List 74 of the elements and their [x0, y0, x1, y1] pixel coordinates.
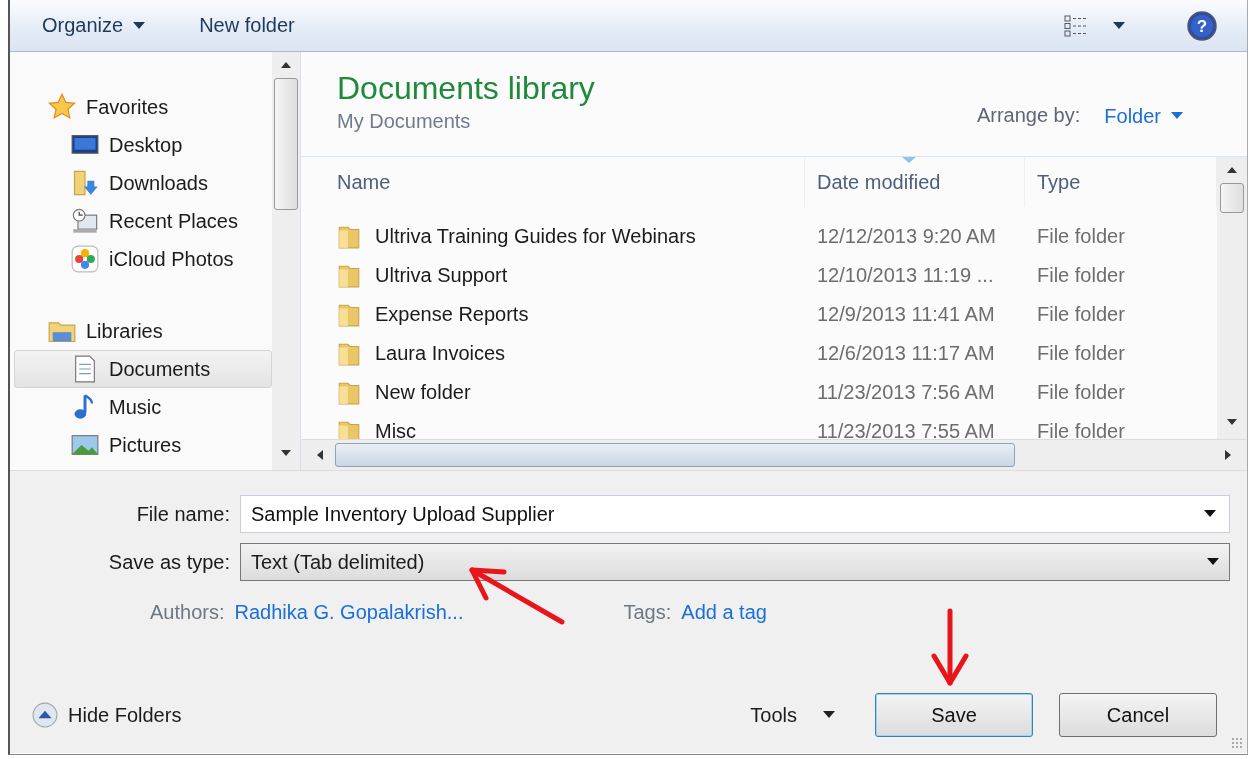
add-tag-link[interactable]: Add a tag	[681, 600, 767, 624]
nav-item[interactable]: iCloud Photos	[14, 240, 272, 278]
nav-item[interactable]: Recent Places	[14, 202, 272, 240]
nav-item[interactable]: Desktop	[14, 126, 272, 164]
date-cell-text: 12/12/2013 9:20 AM	[816, 225, 998, 249]
new-folder-button[interactable]: New folder	[199, 14, 295, 37]
scroll-left-icon[interactable]	[317, 450, 323, 461]
save-as-type-label: Save as type:	[107, 550, 230, 574]
chevron-up-icon	[32, 702, 58, 728]
scroll-down-icon[interactable]	[281, 450, 291, 456]
view-options-icon[interactable]	[1063, 14, 1089, 37]
file-name-label: File name:	[135, 502, 230, 526]
cancel-button[interactable]: Cancel	[1059, 693, 1217, 737]
caret-icon[interactable]	[1113, 21, 1125, 30]
nav-group-label[interactable]: Libraries	[86, 319, 163, 343]
type-cell-text: File folder	[1036, 381, 1126, 405]
recent-places-icon	[71, 207, 99, 235]
hide-folders-button[interactable]: Hide Folders	[32, 702, 182, 728]
photos-icon	[71, 245, 99, 273]
date-cell-text: 12/9/2013 11:41 AM	[816, 303, 996, 327]
organize-menu[interactable]: Organize	[42, 14, 146, 37]
scroll-up-icon[interactable]	[281, 62, 291, 68]
save-button[interactable]: Save	[875, 693, 1033, 737]
save-as-type-dropdown[interactable]: Text (Tab delimited)	[240, 543, 1230, 581]
authors-link[interactable]: Radhika G. Gopalakrish...	[234, 600, 464, 624]
nav-item[interactable]: Music	[14, 388, 272, 426]
resize-grip[interactable]	[1231, 737, 1243, 749]
scroll-thumb[interactable]	[274, 78, 298, 210]
file-name[interactable]: Laura Invoices	[375, 342, 506, 366]
arrange-by-label: Arrange by:	[976, 104, 1081, 127]
library-title: Documents library	[337, 69, 596, 108]
type-cell-text: File folder	[1036, 342, 1126, 366]
caret-icon[interactable]	[1204, 510, 1216, 518]
file-name[interactable]: Ultriva Support	[375, 264, 508, 288]
star-icon	[48, 93, 76, 121]
date-cell-text: 11/23/2013 7:55 AM	[816, 420, 996, 440]
arrange-by-dropdown[interactable]: Folder	[1104, 104, 1183, 128]
nav-group-label[interactable]: Favorites	[86, 95, 169, 119]
scroll-up-icon[interactable]	[1227, 167, 1237, 174]
library-subtitle: My Documents	[337, 110, 472, 133]
file-name-field[interactable]: Sample Inventory Upload Supplier	[240, 495, 1230, 533]
scroll-thumb[interactable]	[335, 443, 1015, 468]
authors-label: Authors:	[150, 600, 225, 624]
horizontal-scrollbar[interactable]	[301, 439, 1247, 470]
column-header[interactable]: Date modified	[805, 157, 1025, 208]
tags-label: Tags:	[623, 600, 672, 624]
file-name[interactable]: Expense Reports	[375, 303, 529, 327]
caret-icon	[823, 711, 835, 719]
scroll-right-icon[interactable]	[1225, 450, 1231, 461]
scroll-down-icon[interactable]	[1227, 419, 1237, 426]
nav-item[interactable]: Downloads	[14, 164, 272, 202]
nav-scrollbar[interactable]	[272, 52, 300, 470]
file-name[interactable]: New folder	[375, 381, 471, 405]
type-cell-text: File folder	[1036, 225, 1126, 249]
date-cell-text: 12/6/2013 11:17 AM	[816, 342, 996, 366]
nav-item[interactable]: Pictures	[14, 426, 272, 464]
download-folder-icon	[71, 169, 99, 197]
file-name[interactable]: Misc	[375, 420, 417, 440]
type-cell-text: File folder	[1036, 303, 1126, 327]
date-cell-text: 11/23/2013 7:56 AM	[816, 381, 996, 405]
caret-icon	[1207, 558, 1219, 566]
file-name[interactable]: Ultriva Training Guides for Webinars	[375, 225, 696, 249]
date-cell-text: 12/10/2013 11:19 ...	[816, 264, 995, 288]
nav-item[interactable]: Documents	[14, 350, 272, 388]
type-cell-text: File folder	[1036, 264, 1126, 288]
type-cell-text: File folder	[1036, 420, 1126, 440]
help-icon[interactable]: ?	[1187, 10, 1217, 41]
caret-icon	[133, 21, 146, 30]
caret-icon	[1171, 112, 1183, 120]
scroll-thumb[interactable]	[1220, 183, 1244, 214]
list-scrollbar[interactable]	[1217, 157, 1247, 440]
sort-indicator-icon	[902, 157, 916, 164]
column-header[interactable]: Name	[301, 157, 805, 208]
tools-menu[interactable]: Tools	[750, 703, 849, 727]
